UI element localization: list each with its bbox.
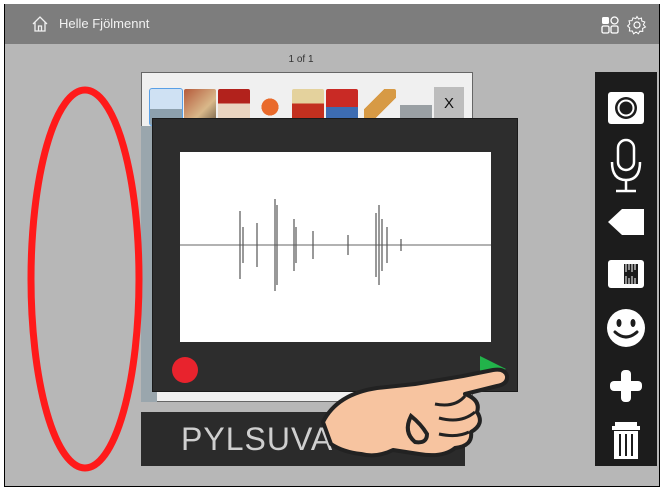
trash-icon[interactable] xyxy=(604,418,648,462)
plus-icon[interactable] xyxy=(604,364,648,408)
waveform-graph xyxy=(180,199,491,291)
home-icon[interactable] xyxy=(31,15,49,33)
waveform-display xyxy=(180,152,491,342)
camera-icon[interactable] xyxy=(604,86,648,130)
pencil-icon[interactable] xyxy=(604,200,648,244)
microphone-icon[interactable] xyxy=(604,138,648,194)
smiley-icon[interactable] xyxy=(604,306,648,350)
pointing-hand-icon xyxy=(321,367,510,458)
user-name[interactable]: Helle Fjölmennt xyxy=(59,16,149,31)
ruler-icon[interactable] xyxy=(604,252,648,296)
apps-icon[interactable] xyxy=(601,16,619,34)
page-indicator: 1 of 1 xyxy=(288,54,314,65)
gear-icon[interactable] xyxy=(627,15,647,35)
annotation-oval xyxy=(27,86,143,472)
app-window: Helle Fjölmennt 1 of 1 X PYLSUVAGN xyxy=(4,4,660,487)
close-button[interactable]: X xyxy=(434,87,464,121)
record-button[interactable] xyxy=(172,357,198,383)
top-bar: Helle Fjölmennt xyxy=(5,4,659,44)
tool-sidebar xyxy=(595,72,657,466)
audio-recorder-dialog xyxy=(152,118,518,392)
